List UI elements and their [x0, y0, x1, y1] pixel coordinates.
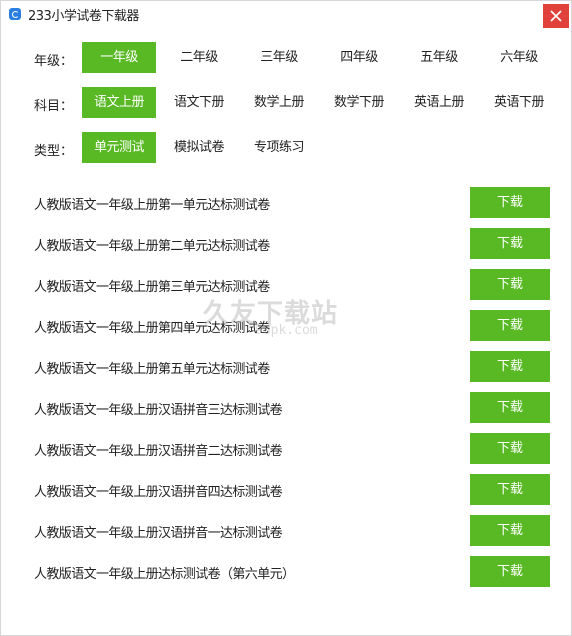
app-window: 233小学试卷下载器 年级： 一年级 二年级 三年级 四年级 五年级 六年级 科…	[0, 0, 572, 636]
subject-option-math-1[interactable]: 数学上册	[242, 87, 316, 118]
download-button[interactable]: 下载	[470, 269, 550, 300]
download-button[interactable]: 下载	[470, 515, 550, 546]
paper-list-item: 人教版语文一年级上册汉语拼音二达标测试卷 下载	[1, 433, 571, 465]
paper-title: 人教版语文一年级上册汉语拼音三达标测试卷	[34, 403, 283, 418]
grade-option-4[interactable]: 四年级	[322, 42, 396, 73]
download-button[interactable]: 下载	[470, 228, 550, 259]
download-button[interactable]: 下载	[470, 187, 550, 218]
subject-option-chinese-2[interactable]: 语文下册	[162, 87, 236, 118]
paper-title: 人教版语文一年级上册第五单元达标测试卷	[34, 362, 270, 377]
paper-list-item: 人教版语文一年级上册汉语拼音四达标测试卷 下载	[1, 474, 571, 506]
type-option-mock-exam[interactable]: 模拟试卷	[162, 132, 236, 163]
paper-title: 人教版语文一年级上册汉语拼音二达标测试卷	[34, 444, 283, 459]
paper-list-item: 人教版语文一年级上册第一单元达标测试卷 下载	[1, 187, 571, 219]
paper-title: 人教版语文一年级上册第二单元达标测试卷	[34, 239, 270, 254]
subject-option-chinese-1[interactable]: 语文上册	[82, 87, 156, 118]
download-button[interactable]: 下载	[470, 392, 550, 423]
subject-option-english-2[interactable]: 英语下册	[482, 87, 556, 118]
grade-label: 年级：	[34, 54, 74, 69]
subject-option-math-2[interactable]: 数学下册	[322, 87, 396, 118]
close-icon	[550, 10, 562, 22]
subject-label: 科目：	[34, 99, 74, 114]
paper-list-item: 人教版语文一年级上册第三单元达标测试卷 下载	[1, 269, 571, 301]
window-title: 233小学试卷下载器	[28, 9, 139, 24]
grade-option-5[interactable]: 五年级	[402, 42, 476, 73]
subject-option-english-1[interactable]: 英语上册	[402, 87, 476, 118]
app-logo-icon	[9, 8, 21, 20]
download-button[interactable]: 下载	[470, 556, 550, 587]
paper-title: 人教版语文一年级上册汉语拼音四达标测试卷	[34, 485, 283, 500]
title-bar: 233小学试卷下载器	[1, 1, 571, 29]
download-button[interactable]: 下载	[470, 351, 550, 382]
grade-option-6[interactable]: 六年级	[482, 42, 556, 73]
paper-title: 人教版语文一年级上册第三单元达标测试卷	[34, 280, 270, 295]
close-button[interactable]	[543, 4, 569, 28]
type-label: 类型：	[34, 144, 74, 159]
paper-title: 人教版语文一年级上册达标测试卷（第六单元）	[34, 567, 295, 582]
type-option-special-practice[interactable]: 专项练习	[242, 132, 316, 163]
download-button[interactable]: 下载	[470, 474, 550, 505]
paper-list-item: 人教版语文一年级上册汉语拼音一达标测试卷 下载	[1, 515, 571, 547]
type-option-unit-test[interactable]: 单元测试	[82, 132, 156, 163]
paper-title: 人教版语文一年级上册第一单元达标测试卷	[34, 198, 270, 213]
paper-title: 人教版语文一年级上册第四单元达标测试卷	[34, 321, 270, 336]
paper-list-item: 人教版语文一年级上册第二单元达标测试卷 下载	[1, 228, 571, 260]
grade-option-1[interactable]: 一年级	[82, 42, 156, 73]
paper-title: 人教版语文一年级上册汉语拼音一达标测试卷	[34, 526, 283, 541]
paper-list-item: 人教版语文一年级上册汉语拼音三达标测试卷 下载	[1, 392, 571, 424]
grade-option-2[interactable]: 二年级	[162, 42, 236, 73]
paper-list-item: 人教版语文一年级上册第五单元达标测试卷 下载	[1, 351, 571, 383]
download-button[interactable]: 下载	[470, 433, 550, 464]
grade-option-3[interactable]: 三年级	[242, 42, 316, 73]
paper-list-item: 人教版语文一年级上册达标测试卷（第六单元） 下载	[1, 556, 571, 588]
download-button[interactable]: 下载	[470, 310, 550, 341]
paper-list-item: 人教版语文一年级上册第四单元达标测试卷 下载	[1, 310, 571, 342]
